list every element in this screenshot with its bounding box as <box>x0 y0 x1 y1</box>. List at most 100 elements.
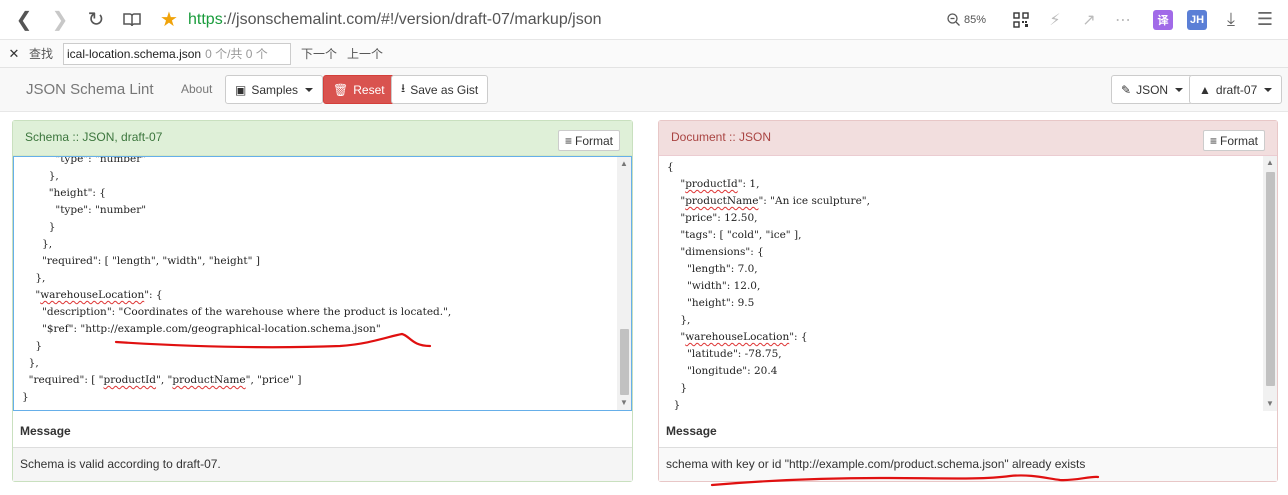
download-icon: ⭳ <box>401 81 406 95</box>
jh-extension-icon[interactable]: JH <box>1182 5 1212 35</box>
brand-title[interactable]: JSON Schema Lint <box>26 81 154 98</box>
indent-icon: ≡ <box>1209 133 1217 148</box>
samples-label: Samples <box>251 82 299 97</box>
download-icon[interactable]: ⤓ <box>1216 5 1246 35</box>
document-panel-title: Document :: JSON <box>671 130 772 144</box>
code-line: "price": 12.50, <box>667 212 758 224</box>
code-line: } <box>22 340 43 352</box>
code-line: }, <box>22 272 46 284</box>
code-line: "width": 12.0, <box>667 280 761 292</box>
pencil-icon: ✎ <box>1121 82 1132 97</box>
app-navbar: JSON Schema Lint About ▣ Samples 🗑 Reset… <box>0 68 1288 112</box>
book-icon: ▣ <box>235 82 247 97</box>
document-message-text: schema with key or id "http://example.co… <box>659 448 1277 481</box>
code-line: "warehouseLocation": { <box>667 331 808 343</box>
reader-mode-icon[interactable] <box>114 2 150 38</box>
schema-format-button[interactable]: ≡ Format <box>557 130 620 151</box>
code-line: }, <box>22 170 59 182</box>
code-line: }, <box>22 357 39 369</box>
caret-down-icon <box>305 87 314 92</box>
code-line: "tags": [ "cold", "ice" ], <box>667 229 802 241</box>
find-query: ical-location.schema.json <box>67 46 202 61</box>
reset-button[interactable]: 🗑 Reset <box>323 75 395 104</box>
translate-extension-icon[interactable]: 译 <box>1148 5 1178 35</box>
code-line: } <box>667 399 681 411</box>
back-icon[interactable]: ❮ <box>6 2 42 38</box>
save-gist-button[interactable]: ⭳ Save as Gist <box>391 75 489 104</box>
draft-dropdown[interactable]: ▲ draft-07 <box>1189 75 1283 104</box>
schema-panel-header: Schema :: JSON, draft-07 ≡ Format <box>13 121 632 156</box>
scrollbar-thumb[interactable] <box>620 329 629 395</box>
more-icon[interactable]: ⋯ <box>1108 5 1138 35</box>
schema-message-header: Message <box>13 411 632 448</box>
find-input[interactable]: ical-location.schema.json 0 个/共 0 个 <box>63 42 292 65</box>
translate-badge: 译 <box>1153 9 1173 30</box>
document-format-label: Format <box>1219 133 1258 148</box>
document-editor[interactable]: { "productId": 1, "productName": "An ice… <box>659 156 1277 411</box>
document-message-area: Message schema with key or id "http://ex… <box>659 411 1277 481</box>
lightning-icon[interactable]: ⚡ <box>1040 5 1070 35</box>
indent-icon: ≡ <box>564 133 572 148</box>
schema-code[interactable]: "type": "number" }, "height": { "type": … <box>22 156 452 406</box>
scroll-down-icon[interactable]: ▼ <box>1263 397 1277 411</box>
format-dropdown[interactable]: ✎ JSON <box>1111 75 1194 104</box>
format-dropdown-label: JSON <box>1136 82 1169 97</box>
document-format-button[interactable]: ≡ Format <box>1202 130 1265 151</box>
zoom-indicator[interactable]: 85% <box>947 13 986 26</box>
scrollbar-thumb[interactable] <box>1266 172 1275 386</box>
document-code[interactable]: { "productId": 1, "productName": "An ice… <box>667 159 870 411</box>
code-line: "required": [ "productId", "productName"… <box>22 374 302 386</box>
schema-format-label: Format <box>574 133 613 148</box>
caret-down-icon <box>1175 87 1184 92</box>
forward-icon[interactable]: ❯ <box>42 2 78 38</box>
find-label: 查找 <box>29 47 54 61</box>
find-count: 0 个/共 0 个 <box>205 47 268 61</box>
code-line: "length": 7.0, <box>667 263 758 275</box>
address-bar[interactable]: https://jsonschemalint.com/#!/version/dr… <box>188 11 947 29</box>
code-line: } <box>22 391 29 403</box>
schema-panel-title: Schema :: JSON, draft-07 <box>25 130 163 144</box>
bookmark-star-icon[interactable]: ★ <box>154 7 184 32</box>
caret-down-icon <box>1264 87 1273 92</box>
document-scrollbar[interactable]: ▲ ▼ <box>1263 156 1277 411</box>
code-line: } <box>22 221 56 233</box>
schema-panel: Schema :: JSON, draft-07 ≡ Format "type"… <box>12 120 633 482</box>
find-prev-button[interactable]: 上一个 <box>347 45 383 62</box>
find-next-button[interactable]: 下一个 <box>301 45 337 62</box>
about-link[interactable]: About <box>181 82 212 96</box>
samples-dropdown[interactable]: ▣ Samples <box>225 75 324 104</box>
document-panel-header: Document :: JSON ≡ Format <box>659 121 1277 156</box>
url-path: ://jsonschemalint.com/#!/version/draft-0… <box>222 10 602 28</box>
reload-icon[interactable]: ↻ <box>78 2 114 38</box>
code-line: "dimensions": { <box>667 246 764 258</box>
find-bar: ✕ 查找 ical-location.schema.json 0 个/共 0 个… <box>0 40 1288 68</box>
code-line: }, <box>667 314 691 326</box>
scroll-up-icon[interactable]: ▲ <box>617 157 631 171</box>
schema-scrollbar[interactable]: ▲ ▼ <box>617 157 631 410</box>
code-line: "$ref": "http://example.com/geographical… <box>22 323 381 335</box>
code-line: } <box>667 382 688 394</box>
code-line: "height": { <box>22 187 106 199</box>
browser-toolbar: ❮ ❯ ↻ ★ https://jsonschemalint.com/#!/ve… <box>0 0 1288 40</box>
schema-message-text: Schema is valid according to draft-07. <box>13 448 632 481</box>
close-icon[interactable]: ✕ <box>3 46 25 62</box>
road-icon: ▲ <box>1199 82 1211 97</box>
trash-icon: 🗑 <box>333 82 349 97</box>
scroll-up-icon[interactable]: ▲ <box>1263 156 1277 170</box>
code-line: "productName": "An ice sculpture", <box>667 195 870 207</box>
share-icon[interactable]: ↗ <box>1074 5 1104 35</box>
menu-icon[interactable]: ☰ <box>1250 5 1280 35</box>
zoom-icon <box>947 13 960 26</box>
qr-code-icon[interactable] <box>1006 5 1036 35</box>
draft-dropdown-label: draft-07 <box>1215 82 1258 97</box>
code-line: "required": [ "length", "width", "height… <box>22 255 260 267</box>
schema-message-area: Message Schema is valid according to dra… <box>13 411 632 481</box>
code-line: "longitude": 20.4 <box>667 365 778 377</box>
code-line: "type": "number" <box>22 156 147 165</box>
scroll-down-icon[interactable]: ▼ <box>617 396 631 410</box>
schema-editor[interactable]: "type": "number" }, "height": { "type": … <box>13 156 632 411</box>
document-panel: Document :: JSON ≡ Format { "productId":… <box>658 120 1278 482</box>
code-line: }, <box>22 238 53 250</box>
code-line: "description": "Coordinates of the wareh… <box>22 306 452 318</box>
code-line: "type": "number" <box>22 204 147 216</box>
